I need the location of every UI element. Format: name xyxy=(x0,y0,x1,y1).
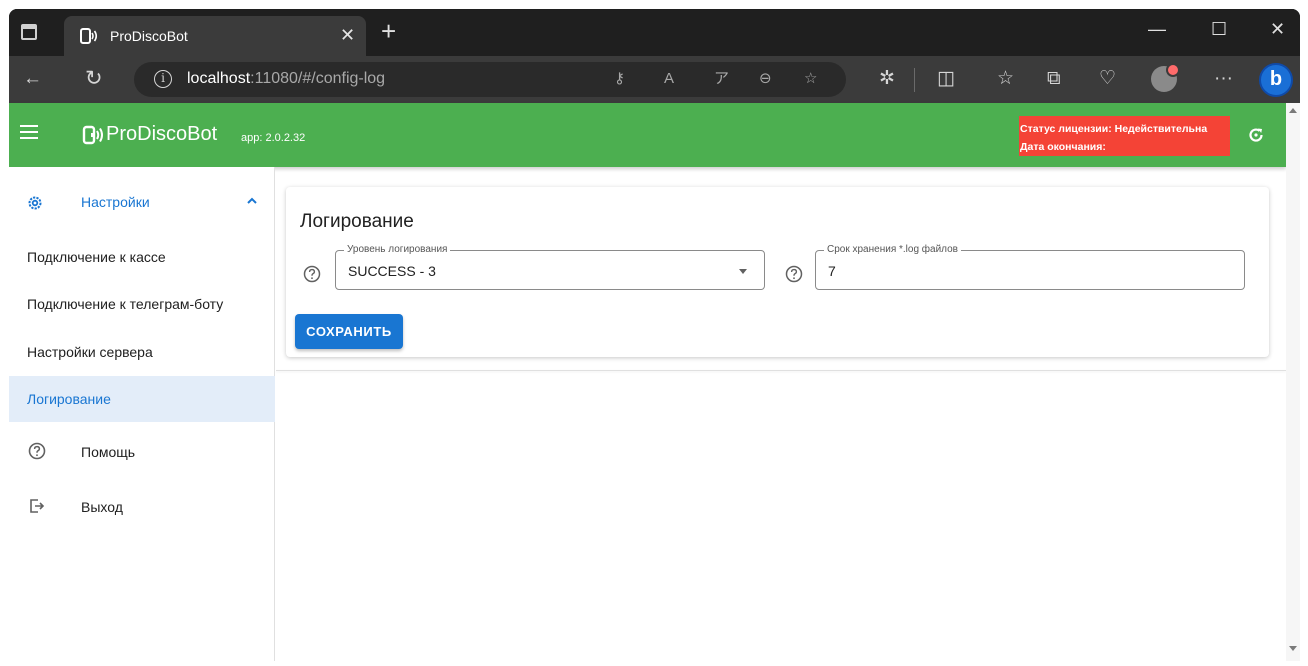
browser-tab[interactable]: ProDiscoBot ✕ xyxy=(64,16,366,56)
translate-icon[interactable]: ア xyxy=(714,70,729,88)
chevron-up-icon[interactable] xyxy=(246,196,258,206)
sidebar-item-label: Выход xyxy=(81,499,123,515)
tab-actions-icon[interactable] xyxy=(21,24,37,40)
favorites-icon[interactable]: ☆ xyxy=(997,68,1014,90)
log-level-value: SUCCESS - 3 xyxy=(348,263,436,279)
maximize-icon[interactable]: ☐ xyxy=(1211,19,1227,39)
url-text[interactable]: localhost:11080/#/config-log xyxy=(187,70,385,88)
log-level-select[interactable]: Уровень логирования SUCCESS - 3 xyxy=(335,244,765,290)
log-retention-label: Срок хранения *.log файлов xyxy=(824,244,961,256)
zoom-out-icon[interactable]: ⊖ xyxy=(759,70,772,88)
sidebar-item-cash-register[interactable]: Подключение к кассе xyxy=(9,234,275,280)
favorite-star-icon[interactable]: ☆ xyxy=(804,70,817,88)
toolbar-separator xyxy=(914,68,915,92)
sidebar-item-server-settings[interactable]: Настройки сервера xyxy=(9,329,275,375)
log-level-label: Уровень логирования xyxy=(344,244,451,256)
collections-icon[interactable]: ⧉ xyxy=(1047,68,1061,90)
profile-avatar[interactable] xyxy=(1151,63,1180,92)
sidebar-item-label: Подключение к кассе xyxy=(27,249,166,265)
key-icon[interactable]: ⚷ xyxy=(614,70,625,88)
sidebar-group-label: Настройки xyxy=(81,194,150,210)
scroll-up-icon[interactable] xyxy=(1289,108,1297,113)
address-bar[interactable]: i localhost:11080/#/config-log ⚷ A ア ⊖ ☆ xyxy=(134,62,846,97)
logout-icon xyxy=(30,499,45,513)
browser-essentials-icon[interactable]: ♡ xyxy=(1099,68,1116,90)
page-title: Логирование xyxy=(300,211,414,232)
sidebar-item-label: Логирование xyxy=(27,391,111,407)
prodiscobot-favicon-icon xyxy=(80,28,98,44)
refresh-icon[interactable]: ↻ xyxy=(85,68,103,90)
help-circle-icon xyxy=(28,442,46,460)
extensions-icon[interactable]: ✲ xyxy=(879,68,895,90)
tab-title: ProDiscoBot xyxy=(110,28,188,44)
brand: ProDiscoBot xyxy=(82,123,217,146)
refresh-license-icon[interactable] xyxy=(1248,127,1264,143)
gear-icon xyxy=(28,196,42,210)
logging-settings-card: Логирование Уровень логирования SUCCESS … xyxy=(286,187,1269,357)
info-icon[interactable]: i xyxy=(154,70,172,88)
app-version: app: 2.0.2.32 xyxy=(241,132,306,144)
scroll-down-icon[interactable] xyxy=(1289,646,1297,651)
sidebar-item-label: Настройки сервера xyxy=(27,344,153,360)
browser-window: ProDiscoBot ✕ + — ☐ ✕ ← ↻ i localhost:11… xyxy=(9,9,1300,661)
tab-close-icon[interactable]: ✕ xyxy=(340,25,355,45)
page-scrollbar[interactable] xyxy=(1286,103,1300,661)
help-circle-icon[interactable] xyxy=(785,265,803,283)
more-icon[interactable]: ··· xyxy=(1214,68,1233,90)
prodiscobot-logo-icon xyxy=(82,125,103,144)
license-expiry-text: Дата окончания: xyxy=(1020,141,1106,153)
sidebar-group-settings[interactable]: Настройки xyxy=(9,179,275,227)
tab-strip: ProDiscoBot ✕ + — ☐ ✕ xyxy=(9,9,1300,56)
dropdown-arrow-icon[interactable] xyxy=(739,269,747,274)
log-retention-value: 7 xyxy=(828,263,836,279)
help-circle-icon[interactable] xyxy=(303,265,321,283)
sidebar-item-logout[interactable]: Выход xyxy=(9,481,275,533)
sidebar-item-help[interactable]: Помощь xyxy=(9,426,275,478)
app-bar: ProDiscoBot app: 2.0.2.32 Статус лицензи… xyxy=(9,103,1286,167)
brand-name: ProDiscoBot xyxy=(106,123,218,145)
sidebar-item-label: Подключение к телеграм-боту xyxy=(27,296,224,312)
sidebar-item-telegram-bot[interactable]: Подключение к телеграм-боту xyxy=(9,281,275,327)
window-close-icon[interactable]: ✕ xyxy=(1270,19,1285,39)
new-tab-icon[interactable]: + xyxy=(381,18,396,44)
sidebar: Настройки Подключение к кассе Подключени… xyxy=(9,167,275,661)
license-status-text: Статус лицензии: Недействительна xyxy=(1020,123,1208,135)
sidebar-item-label: Помощь xyxy=(81,444,136,460)
bing-copilot-icon[interactable]: b xyxy=(1259,63,1293,97)
menu-icon[interactable] xyxy=(20,125,38,139)
log-retention-input[interactable]: Срок хранения *.log файлов 7 xyxy=(815,244,1245,290)
back-icon[interactable]: ← xyxy=(23,68,42,90)
license-status-badge: Статус лицензии: Недействительна Дата ок… xyxy=(1019,116,1230,156)
sidebar-item-logging[interactable]: Логирование xyxy=(9,376,275,422)
page-viewport: ProDiscoBot app: 2.0.2.32 Статус лицензи… xyxy=(9,103,1300,661)
content-divider xyxy=(276,370,1286,371)
read-aloud-icon[interactable]: A xyxy=(664,70,674,88)
minimize-icon[interactable]: — xyxy=(1148,19,1166,39)
browser-toolbar: ← ↻ i localhost:11080/#/config-log ⚷ A ア… xyxy=(9,56,1300,103)
split-screen-icon[interactable]: ◫ xyxy=(937,68,955,90)
save-button[interactable]: СОХРАНИТЬ xyxy=(295,314,403,349)
